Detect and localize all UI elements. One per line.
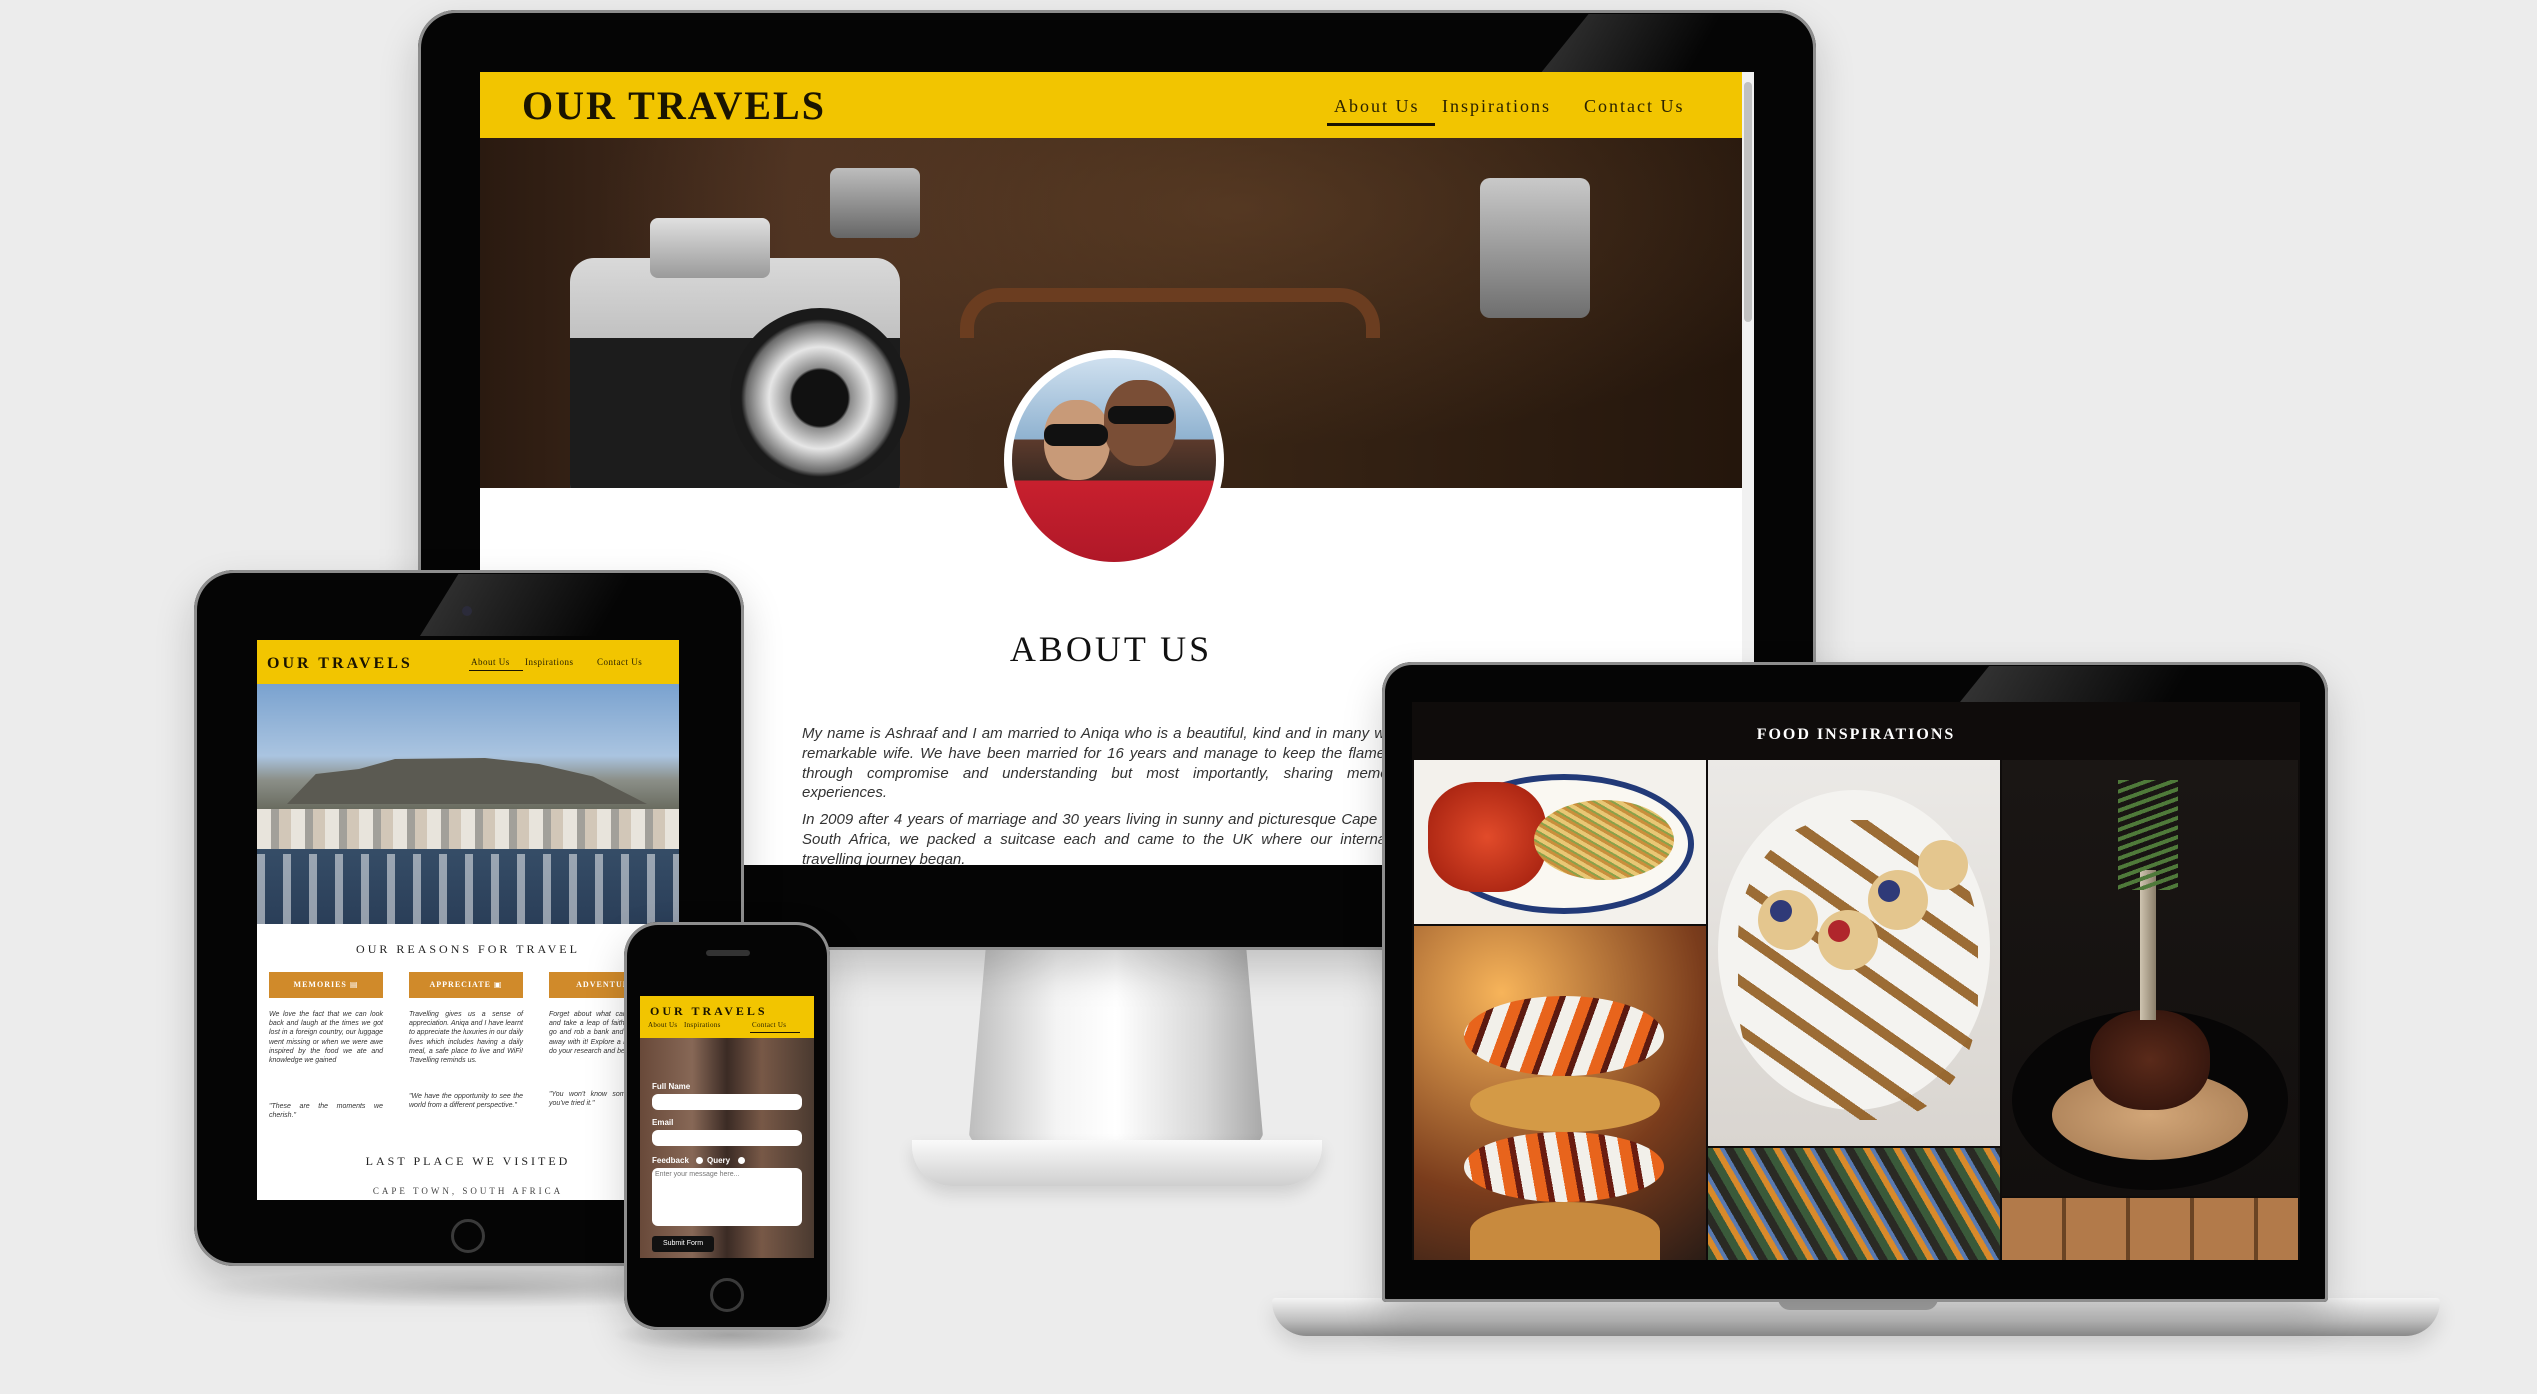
phone-email-label: Email xyxy=(652,1118,674,1127)
tablet-reason-memories-text: We love the fact that we can look back a… xyxy=(269,1011,383,1065)
tablet-screen: OUR TRAVELS About Us Inspirations Contac… xyxy=(257,640,679,1200)
desktop-navbar: OUR TRAVELS About Us Inspirations Contac… xyxy=(480,72,1754,138)
tablet-reason-memories-button[interactable]: MEMORIES ▤ xyxy=(269,972,383,998)
tablet-cape-town-image xyxy=(257,684,679,924)
food-bagel-image[interactable] xyxy=(1414,926,1706,1260)
phone-feedback-radio[interactable] xyxy=(696,1157,703,1164)
phone-nav-inspirations[interactable]: Inspirations xyxy=(684,1021,721,1029)
tablet-reasons-title: OUR REASONS FOR TRAVEL xyxy=(356,942,580,956)
monitor-stand-base xyxy=(912,1140,1322,1186)
phone-feedback-label: Feedback xyxy=(652,1156,689,1165)
phone-screen: OUR TRAVELS About Us Inspirations Contac… xyxy=(640,996,814,1258)
food-lobster-image[interactable] xyxy=(1414,760,1706,924)
phone-nav-active-underline xyxy=(750,1032,800,1033)
laptop-screen: FOOD INSPIRATIONS xyxy=(1412,702,2300,1260)
desktop-nav-contact[interactable]: Contact Us xyxy=(1584,96,1685,117)
tablet-last-place-title: LAST PLACE WE VISITED xyxy=(365,1154,571,1168)
desktop-nav-inspirations[interactable]: Inspirations xyxy=(1442,96,1551,117)
food-lamb-image[interactable] xyxy=(2002,760,2298,1196)
phone-nav-about[interactable]: About Us xyxy=(648,1021,677,1029)
desktop-nav-active-underline xyxy=(1327,123,1435,126)
tablet-home-button[interactable] xyxy=(451,1219,485,1253)
phone-query-label: Query xyxy=(707,1156,731,1165)
tablet-brand[interactable]: OUR TRAVELS xyxy=(267,655,413,673)
monitor-stand-neck xyxy=(968,948,1264,1148)
tablet-reason-appreciate-button[interactable]: APPRECIATE ▣ xyxy=(409,972,523,998)
phone-full-name-label: Full Name xyxy=(652,1082,691,1091)
phone-home-button[interactable] xyxy=(710,1278,744,1312)
tablet-camera xyxy=(462,606,472,616)
tablet-nav-active-underline xyxy=(469,670,523,671)
food-salad-image[interactable] xyxy=(1708,1148,2000,1260)
phone-email-input[interactable] xyxy=(652,1130,802,1146)
desktop-about-paragraph-1: My name is Ashraaf and I am married to A… xyxy=(802,725,1422,802)
tablet-navbar: OUR TRAVELS About Us Inspirations Contac… xyxy=(257,640,679,684)
desktop-brand[interactable]: OUR TRAVELS xyxy=(522,82,826,129)
tablet-reason-appreciate-text: Travelling gives us a sense of appreciat… xyxy=(409,1011,524,1065)
laptop-title: FOOD INSPIRATIONS xyxy=(1756,726,1956,743)
phone-brand[interactable]: OUR TRAVELS xyxy=(650,1004,768,1019)
phone-message-textarea[interactable] xyxy=(652,1168,802,1226)
tablet-reason-appreciate-quote: "We have the opportunity to see the worl… xyxy=(409,1093,523,1110)
desktop-about-paragraph-2: In 2009 after 4 years of marriage and 30… xyxy=(802,811,1422,865)
tablet-last-place: CAPE TOWN, SOUTH AFRICA xyxy=(372,1186,564,1196)
tablet-reason-memories-quote: "These are the moments we cherish." xyxy=(269,1103,383,1120)
phone-query-radio[interactable] xyxy=(738,1157,745,1164)
food-wood-image[interactable] xyxy=(2002,1198,2298,1260)
phone-nav-contact[interactable]: Contact Us xyxy=(752,1021,786,1029)
tablet-nav-about[interactable]: About Us xyxy=(471,657,510,667)
tablet-nav-contact[interactable]: Contact Us xyxy=(597,657,642,667)
phone-speaker xyxy=(706,950,750,956)
phone-full-name-input[interactable] xyxy=(652,1094,802,1110)
food-dessert-image[interactable] xyxy=(1708,760,2000,1146)
desktop-avatar xyxy=(1004,350,1224,570)
phone-navbar: OUR TRAVELS About Us Inspirations Contac… xyxy=(640,996,814,1038)
tablet-nav-inspirations[interactable]: Inspirations xyxy=(525,657,574,667)
desktop-nav-about[interactable]: About Us xyxy=(1334,96,1420,117)
phone-submit-button[interactable]: Submit Form xyxy=(652,1236,714,1252)
